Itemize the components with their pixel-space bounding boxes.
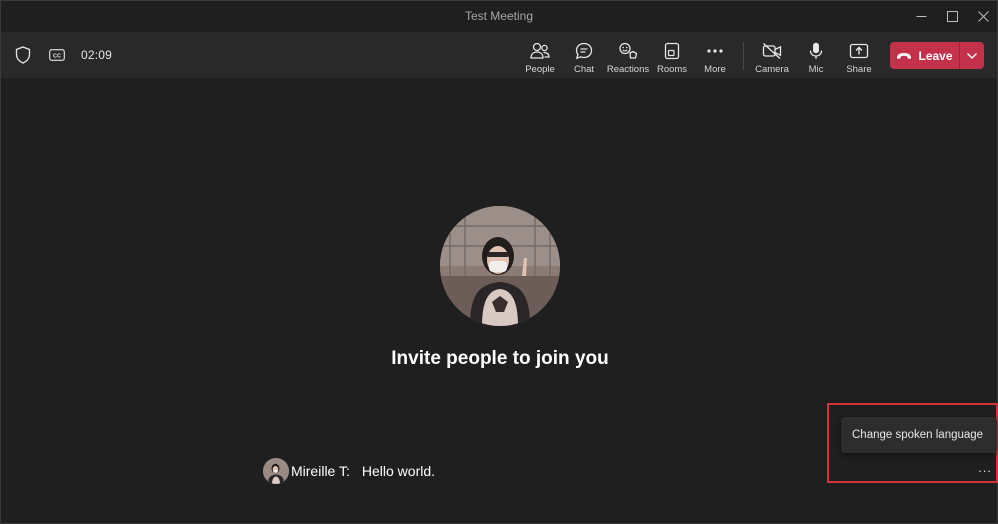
chevron-down-icon — [967, 52, 977, 59]
leave-control: Leave — [890, 42, 984, 69]
reactions-icon — [618, 41, 638, 61]
reactions-button[interactable]: Reactions — [607, 32, 649, 78]
caption-text: Hello world. — [361, 463, 436, 479]
leave-button[interactable]: Leave — [890, 42, 959, 69]
mic-button[interactable]: Mic — [803, 32, 829, 78]
rooms-icon — [664, 41, 680, 61]
camera-button[interactable]: Camera — [755, 32, 789, 78]
leave-dropdown-button[interactable] — [960, 42, 984, 69]
title-bar: Test Meeting — [1, 1, 997, 32]
share-button[interactable]: Share — [845, 32, 873, 78]
more-label: More — [704, 64, 726, 75]
more-icon — [706, 41, 724, 61]
live-caption: Mireille T: Hello world. — [263, 457, 435, 485]
people-icon — [530, 41, 550, 61]
close-icon — [977, 11, 989, 22]
svg-text:CC: CC — [53, 53, 61, 59]
share-icon — [849, 41, 869, 61]
window-title: Test Meeting — [464, 9, 534, 23]
minimize-button[interactable] — [906, 1, 936, 32]
camera-label: Camera — [755, 64, 789, 75]
mic-icon — [808, 41, 824, 61]
chat-label: Chat — [573, 64, 595, 75]
maximize-button[interactable] — [937, 1, 967, 32]
caption-speaker-avatar — [263, 458, 289, 484]
mic-label: Mic — [808, 64, 824, 75]
people-label: People — [525, 64, 555, 75]
caption-speaker-name: Mireille T: — [291, 463, 350, 479]
invite-message: Invite people to join you — [391, 348, 609, 369]
chat-icon — [575, 41, 593, 61]
rooms-button[interactable]: Rooms — [656, 32, 688, 78]
meeting-toolbar: CC 02:09 People Chat Reactions Rooms Mor… — [1, 32, 997, 78]
minimize-icon — [916, 16, 926, 17]
maximize-icon — [946, 11, 958, 22]
captions-icon[interactable]: CC — [47, 45, 67, 65]
caption-options-button[interactable]: ... — [975, 459, 995, 475]
meeting-window: Test Meeting CC 02:09 People Chat Reacti… — [0, 0, 998, 524]
change-spoken-language-menu-item[interactable]: Change spoken language — [841, 417, 997, 453]
close-button[interactable] — [968, 1, 998, 32]
meeting-info: CC 02:09 — [13, 32, 112, 78]
chat-button[interactable]: Chat — [569, 32, 599, 78]
leave-label: Leave — [918, 48, 953, 63]
meeting-timer: 02:09 — [81, 48, 113, 62]
more-button[interactable]: More — [701, 32, 729, 78]
share-label: Share — [846, 64, 872, 75]
people-button[interactable]: People — [524, 32, 556, 78]
phone-hangup-icon — [897, 52, 912, 59]
shield-icon[interactable] — [13, 45, 33, 65]
rooms-label: Rooms — [656, 64, 688, 75]
camera-off-icon — [762, 41, 782, 61]
participant-avatar — [440, 206, 560, 326]
toolbar-divider — [743, 42, 744, 70]
reactions-label: Reactions — [606, 64, 650, 75]
